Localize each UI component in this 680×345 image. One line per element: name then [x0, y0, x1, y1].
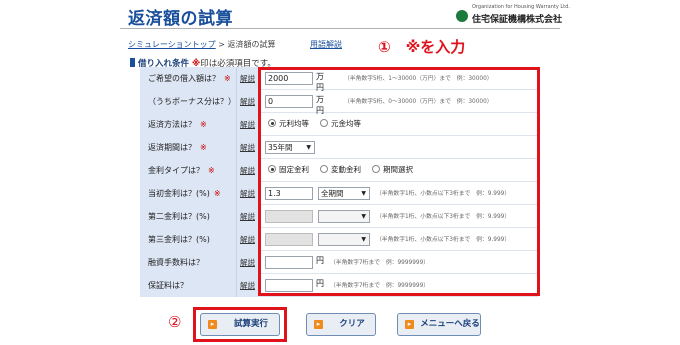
header-divider — [120, 28, 560, 29]
arrow-right-icon: ▸ — [405, 320, 414, 329]
annotation-input-box — [258, 67, 540, 296]
breadcrumb: シミュレーショントップ > 返済額の試算 — [128, 39, 275, 50]
breadcrumb-separator: > — [218, 40, 225, 49]
label-bonus: （うちボーナス分は？） — [140, 90, 237, 113]
logo-subtitle: Organization for Housing Warranty Ltd. — [472, 4, 570, 10]
label-repayment-term: 返済期間は？ ※ — [140, 136, 237, 159]
required-mark: ※ — [224, 74, 231, 83]
logo-name: 住宅保証機構株式会社 — [472, 15, 563, 25]
arrow-right-icon: ▸ — [208, 320, 217, 329]
required-mark: ※ — [200, 120, 207, 129]
annotation-one: ① ※を入力 — [378, 38, 466, 56]
annotation-two: ② — [168, 313, 182, 331]
breadcrumb-home-link[interactable]: シミュレーショントップ — [128, 40, 216, 49]
label-rate-type: 金利タイプは？ ※ — [140, 159, 237, 182]
label-rate2: 第二金利は？(%) — [140, 205, 237, 228]
company-logo: Organization for Housing Warranty Ltd. 住… — [456, 4, 570, 26]
required-mark: ※ — [200, 143, 207, 152]
green-circle-icon — [456, 10, 468, 22]
label-guarantee-fee: 保証料は？ — [140, 274, 237, 297]
page-title: 返済額の試算 — [128, 9, 233, 29]
breadcrumb-current: 返済額の試算 — [227, 40, 276, 49]
label-loan-fee: 融資手数料は？ — [140, 251, 237, 274]
label-rate1: 当初金利は？(%) ※ — [140, 182, 237, 205]
clear-button[interactable]: ▸ クリア — [306, 313, 376, 336]
label-loan-amount: ご希望の借入額は？ ※ — [140, 67, 237, 90]
arrow-right-icon: ▸ — [314, 320, 323, 329]
glossary-link[interactable]: 用語解説 — [310, 39, 342, 50]
label-repayment-method: 返済方法は？ ※ — [140, 113, 237, 136]
required-mark: ※ — [208, 166, 215, 175]
section-marker-icon — [130, 58, 135, 67]
calculate-button[interactable]: ▸ 試算実行 — [200, 313, 280, 336]
back-to-menu-button[interactable]: ▸ メニューへ戻る — [397, 313, 481, 336]
label-rate3: 第三金利は？(%) — [140, 228, 237, 251]
required-mark: ※ — [213, 189, 221, 198]
